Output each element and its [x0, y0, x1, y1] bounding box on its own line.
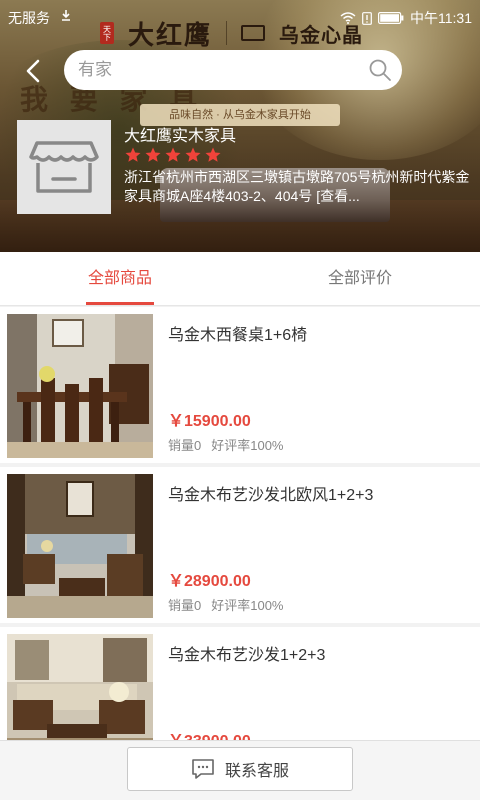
brand2-logo-text: 乌金心晶 — [279, 24, 364, 47]
battery-icon — [378, 12, 404, 24]
shop-icon — [29, 141, 99, 193]
chat-bubble-icon — [192, 759, 214, 779]
product-list[interactable]: 乌金木西餐桌1+6椅 ￥15900.00 销量0 好评率100% 乌金木布艺沙发 — [0, 307, 480, 740]
tab-bar: 全部商品 全部评价 — [0, 252, 480, 306]
product-price: ￥28900.00 — [168, 573, 251, 590]
product-price: ￥33900.00 — [168, 727, 251, 740]
tab-all-products[interactable]: 全部商品 — [0, 252, 240, 306]
product-stats: 销量0 好评率100% — [168, 435, 283, 454]
product-item[interactable]: 乌金木西餐桌1+6椅 ￥15900.00 销量0 好评率100% — [0, 307, 480, 463]
product-title: 乌金木西餐桌1+6椅 — [168, 327, 308, 344]
tab-all-reviews[interactable]: 全部评价 — [240, 252, 480, 306]
product-rating: 好评率100% — [211, 598, 284, 613]
store-rating — [124, 146, 222, 164]
product-stats: 销量0 好评率100% — [168, 595, 283, 614]
star-icon — [185, 147, 201, 162]
tab-active-indicator — [86, 302, 154, 305]
search-bar[interactable] — [64, 50, 402, 90]
search-input[interactable] — [78, 60, 338, 80]
chevron-left-icon — [26, 59, 40, 83]
store-logo[interactable] — [17, 120, 111, 214]
brand-logo-text: 大红鹰 — [128, 20, 213, 51]
product-title: 乌金木布艺沙发北欧风1+2+3 — [168, 487, 374, 504]
sim-alert-icon — [362, 11, 372, 25]
download-icon — [62, 10, 70, 21]
back-button[interactable] — [18, 56, 48, 86]
product-sales: 销量0 — [168, 598, 202, 613]
product-item[interactable]: 乌金木布艺沙发北欧风1+2+3 ￥28900.00 销量0 好评率100% — [0, 467, 480, 623]
store-name: 大红鹰实木家具 — [124, 128, 237, 145]
product-image — [7, 314, 153, 458]
view-more-link[interactable]: [查看... — [316, 188, 360, 204]
product-item[interactable]: 乌金木布艺沙发1+2+3 ￥33900.00 — [0, 627, 480, 740]
brand-logos: 天下 大红鹰 乌金心晶 — [100, 18, 364, 51]
product-title: 乌金木布艺沙发1+2+3 — [168, 647, 326, 664]
star-icon — [165, 147, 181, 162]
contact-service-label: 联系客服 — [224, 763, 289, 780]
clock: 中午11:31 — [410, 10, 472, 26]
store-address-text: 浙江省杭州市西湖区三墩镇古墩路705号杭州新时代紫金家具商城A座4楼403-2、… — [124, 169, 470, 204]
star-icon — [125, 147, 141, 162]
product-rating: 好评率100% — [211, 438, 284, 453]
contact-service-button[interactable]: 联系客服 — [127, 747, 353, 791]
brand-seal: 天下 — [100, 22, 114, 44]
bottom-bar: 联系客服 — [0, 740, 480, 800]
product-image — [7, 634, 153, 740]
star-icon — [145, 147, 161, 162]
search-icon[interactable] — [368, 58, 392, 82]
star-icon — [205, 147, 221, 162]
product-sales: 销量0 — [168, 438, 202, 453]
brand2-logo-mark — [241, 25, 266, 41]
logo-divider — [226, 21, 228, 45]
product-image — [7, 474, 153, 618]
store-address[interactable]: 浙江省杭州市西湖区三墩镇古墩路705号杭州新时代紫金家具商城A座4楼403-2、… — [124, 168, 470, 206]
product-price: ￥15900.00 — [168, 413, 251, 430]
carrier-label: 无服务 — [8, 10, 50, 26]
